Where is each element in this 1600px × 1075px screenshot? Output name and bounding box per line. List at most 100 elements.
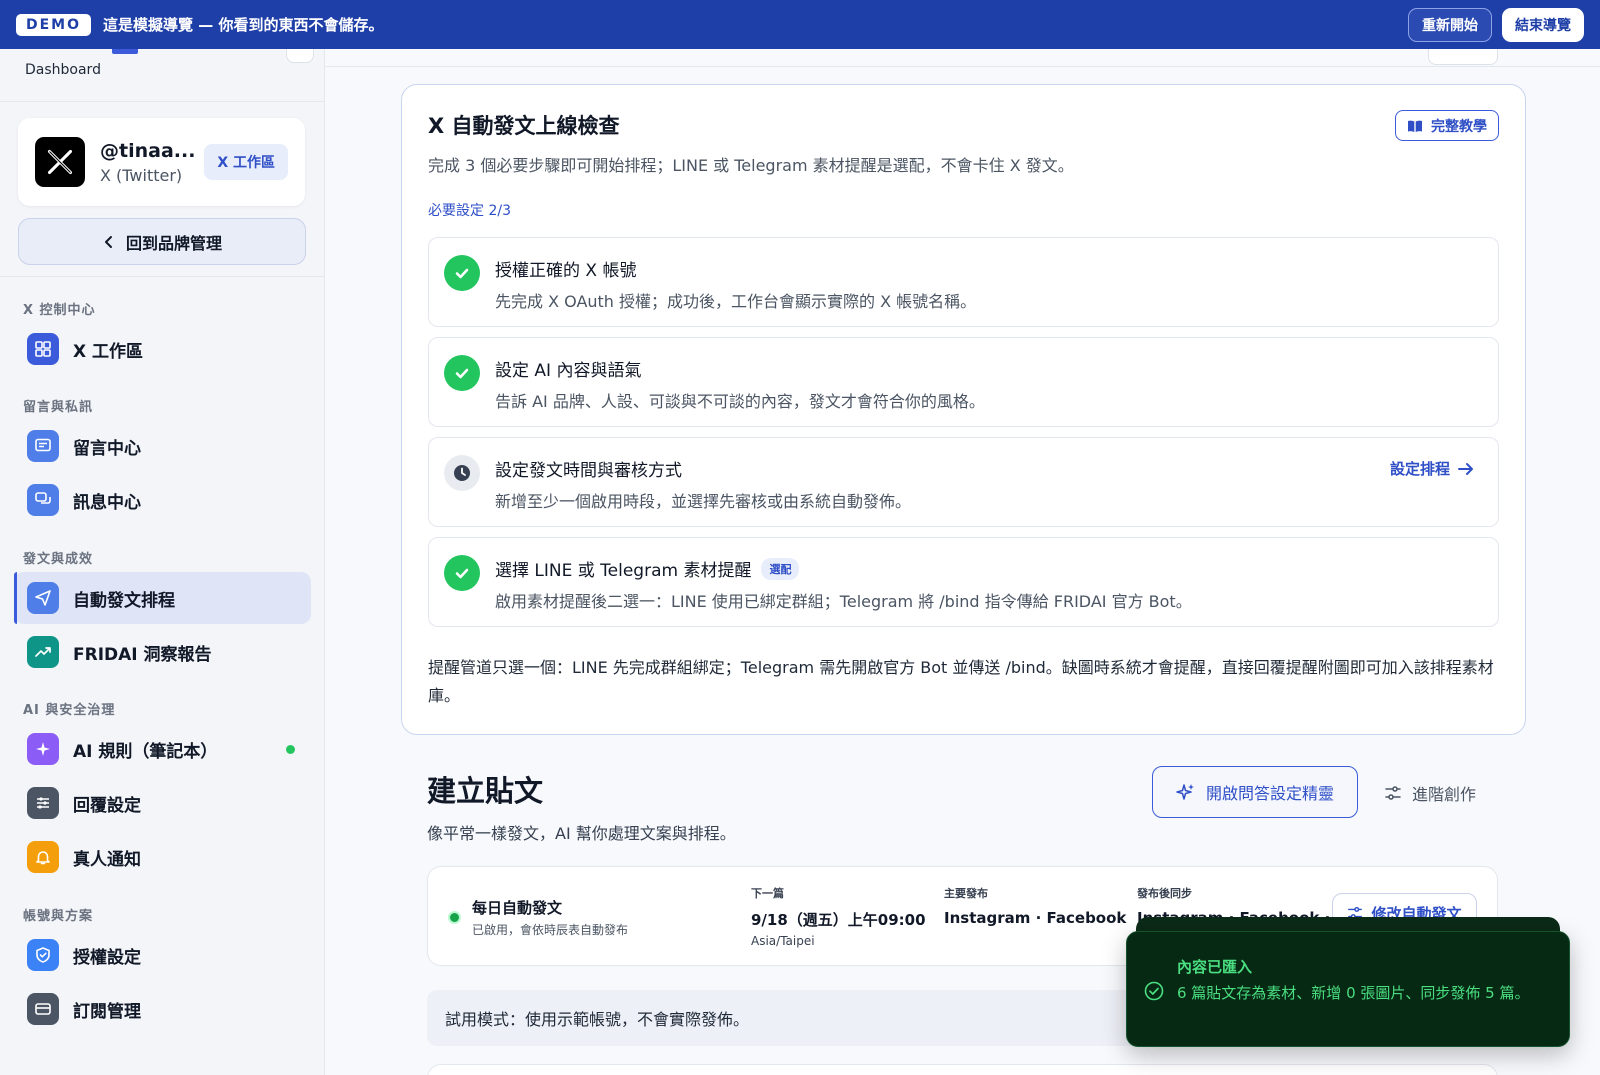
set-schedule-label: 設定排程 <box>1389 460 1450 478</box>
checklist-progress: 必要設定 2/3 <box>428 203 511 219</box>
sidebar-item-reply-settings[interactable]: 回覆設定 <box>14 777 311 829</box>
sparkle-icon <box>27 733 59 765</box>
sidebar-item-ai-rules[interactable]: AI 規則（筆記本） <box>14 723 311 775</box>
active-status-dot <box>448 911 461 924</box>
dashboard-indicator <box>112 49 138 54</box>
sidebar-item-human-notify[interactable]: 真人通知 <box>14 831 311 883</box>
step-description: 告訴 AI 品牌、人設、可談與不可談的內容，發文才會符合你的風格。 <box>495 392 985 411</box>
sidebar-item-auto-post[interactable]: 自動發文排程 <box>14 572 311 624</box>
set-schedule-link[interactable]: 設定排程 <box>1390 458 1474 479</box>
sidebar-divider <box>0 276 324 277</box>
checklist-step-ai-tone[interactable]: 設定 AI 內容與語氣 告訴 AI 品牌、人設、可談與不可談的內容，發文才會符合… <box>428 337 1499 427</box>
timezone: Asia/Taipei <box>751 934 815 948</box>
checklist-step-authorize[interactable]: 授權正確的 X 帳號 先完成 X OAuth 授權；成功後，工作台會顯示實際的 … <box>428 237 1499 327</box>
sidebar-item-label: FRIDAI 洞察報告 <box>73 644 212 665</box>
check-circle-icon <box>1144 981 1164 1001</box>
sidebar-item-authorization[interactable]: 授權設定 <box>14 929 311 981</box>
dashboard-label: Dashboard <box>25 62 101 78</box>
nav-section-title: 留言與私訊 <box>23 400 94 415</box>
chevron-left-icon <box>104 235 112 248</box>
trend-icon <box>27 636 59 668</box>
open-wizard-button[interactable]: 開啟問答設定精靈 <box>1152 766 1358 818</box>
back-to-brands-label: 回到品牌管理 <box>125 233 222 253</box>
chat-icon <box>27 484 59 516</box>
full-tutorial-label: 完整教學 <box>1431 118 1487 135</box>
demo-badge: DEMO <box>16 13 92 36</box>
end-tour-button[interactable]: 結束導覽 <box>1502 7 1584 42</box>
sidebar-item-label: 留言中心 <box>73 438 141 459</box>
bell-icon <box>27 841 59 873</box>
restart-tour-button[interactable]: 重新開始 <box>1408 7 1492 42</box>
sidebar-item-subscription[interactable]: 訂閱管理 <box>14 983 311 1035</box>
toast-body: 6 篇貼文存為素材、新增 0 張圖片、同步發佈 5 篇。 <box>1177 984 1530 1002</box>
launch-checklist: X 自動發文上線檢查 完成 3 個必要步驟即可開始排程；LINE 或 Teleg… <box>401 84 1526 735</box>
sidebar-item-label: AI 規則（筆記本） <box>73 741 218 762</box>
account-card[interactable]: @tinaa... X (Twitter) X 工作區 <box>18 118 305 206</box>
demo-message: 這是模擬導覽 — 你看到的東西不會儲存。 <box>103 16 384 34</box>
sync-label: 發布後同步 <box>1137 887 1192 900</box>
demo-actions: 重新開始 結束導覽 <box>1408 7 1584 42</box>
x-logo-icon <box>35 137 85 187</box>
primary-publish-label: 主要發布 <box>944 887 988 900</box>
back-to-brands-button[interactable]: 回到品牌管理 <box>18 218 306 265</box>
checklist-step-material-reminder[interactable]: 選擇 LINE 或 Telegram 素材提醒 選配 啟用素材提醒後二選一：LI… <box>428 537 1499 627</box>
sparkle-icon <box>1176 784 1194 800</box>
primary-publish-column: 主要發布 Instagram · Facebook <box>944 885 1126 927</box>
next-post-label: 下一篇 <box>751 887 784 900</box>
top-action-button[interactable] <box>1428 49 1498 65</box>
nav-section-title: 發文與成效 <box>23 552 94 567</box>
sidebar-item-label: 自動發文排程 <box>73 590 175 611</box>
account-info: @tinaa... X (Twitter) <box>100 140 195 185</box>
sidebar-item-comments[interactable]: 留言中心 <box>14 420 311 472</box>
auto-post-description: 已啟用，會依時辰表自動發布 <box>472 923 629 937</box>
sidebar-item-messages[interactable]: 訊息中心 <box>14 474 311 526</box>
sidebar-collapse-button[interactable] <box>286 49 314 63</box>
step-description: 新增至少一個啟用時段，並選擇先審核或由系統自動發佈。 <box>495 492 912 511</box>
create-post-subtitle: 像平常一樣發文，AI 幫你處理文案與排程。 <box>427 824 736 843</box>
sidebar: Dashboard @tinaa... X (Twitter) X 工作區 回到… <box>0 49 325 1075</box>
sidebar-header: Dashboard <box>0 49 324 102</box>
step-title: 設定發文時間與審核方式 <box>495 461 682 481</box>
advanced-create-label: 進階創作 <box>1412 785 1477 804</box>
sidebar-item-label: 授權設定 <box>73 947 141 968</box>
main-header-divider <box>325 66 1600 67</box>
sidebar-item-label: 回覆設定 <box>73 795 141 816</box>
card-icon <box>27 993 59 1025</box>
create-post-title: 建立貼文 <box>427 774 544 808</box>
primary-publish-value: Instagram · Facebook <box>944 909 1127 927</box>
check-circle-icon <box>444 355 480 391</box>
nav-section-title: 帳號與方案 <box>23 909 94 924</box>
shield-icon <box>27 939 59 971</box>
next-post-column: 下一篇 9/18（週五）上午09:00 Asia/Taipei <box>751 885 926 948</box>
auto-post-title: 每日自動發文 <box>472 899 563 917</box>
sidebar-item-label: 真人通知 <box>73 849 141 870</box>
next-post-time: 9/18（週五）上午09:00 <box>751 911 926 929</box>
step-title: 設定 AI 內容與語氣 <box>495 361 642 381</box>
toast-title: 內容已匯入 <box>1177 958 1253 976</box>
import-success-toast[interactable]: 內容已匯入 6 篇貼文存為素材、新增 0 張圖片、同步發佈 5 篇。 <box>1126 931 1570 1047</box>
checklist-note: 提醒管道只選一個：LINE 先完成群組綁定；Telegram 需先開啟官方 Bo… <box>428 658 1494 705</box>
check-circle-icon <box>444 255 480 291</box>
step-description: 先完成 X OAuth 授權；成功後，工作台會顯示實際的 X 帳號名稱。 <box>495 292 977 311</box>
sidebar-item-x-workspace[interactable]: X 工作區 <box>14 323 311 375</box>
sidebar-item-label: 訂閱管理 <box>73 1001 141 1022</box>
sidebar-item-label: X 工作區 <box>73 341 144 362</box>
checklist-title: X 自動發文上線檢查 <box>428 114 620 138</box>
arrow-right-icon <box>1458 462 1473 475</box>
sidebar-item-label: 訊息中心 <box>73 492 141 513</box>
step-title: 選擇 LINE 或 Telegram 素材提醒 選配 <box>495 556 800 581</box>
account-name: @tinaa... <box>100 139 196 162</box>
advanced-create-button[interactable]: 進階創作 <box>1384 781 1476 805</box>
checklist-step-schedule[interactable]: 設定發文時間與審核方式 新增至少一個啟用時段，並選擇先審核或由系統自動發佈。 設… <box>428 437 1499 527</box>
sliders-icon <box>27 787 59 819</box>
account-platform: X (Twitter) <box>100 165 183 185</box>
checklist-subtitle: 完成 3 個必要步驟即可開始排程；LINE 或 Telegram 素材提醒是選配… <box>428 156 1074 175</box>
nav-section-title: X 控制中心 <box>23 303 96 318</box>
step-description: 啟用素材提醒後二選一：LINE 使用已綁定群組；Telegram 將 /bind… <box>495 592 1192 611</box>
full-tutorial-button[interactable]: 完整教學 <box>1395 110 1499 141</box>
settings-toggle-icon <box>1385 786 1401 800</box>
sidebar-item-insights[interactable]: FRIDAI 洞察報告 <box>14 626 311 678</box>
workspace-tag[interactable]: X 工作區 <box>204 144 288 180</box>
open-wizard-label: 開啟問答設定精靈 <box>1205 784 1334 803</box>
check-circle-icon <box>444 555 480 591</box>
